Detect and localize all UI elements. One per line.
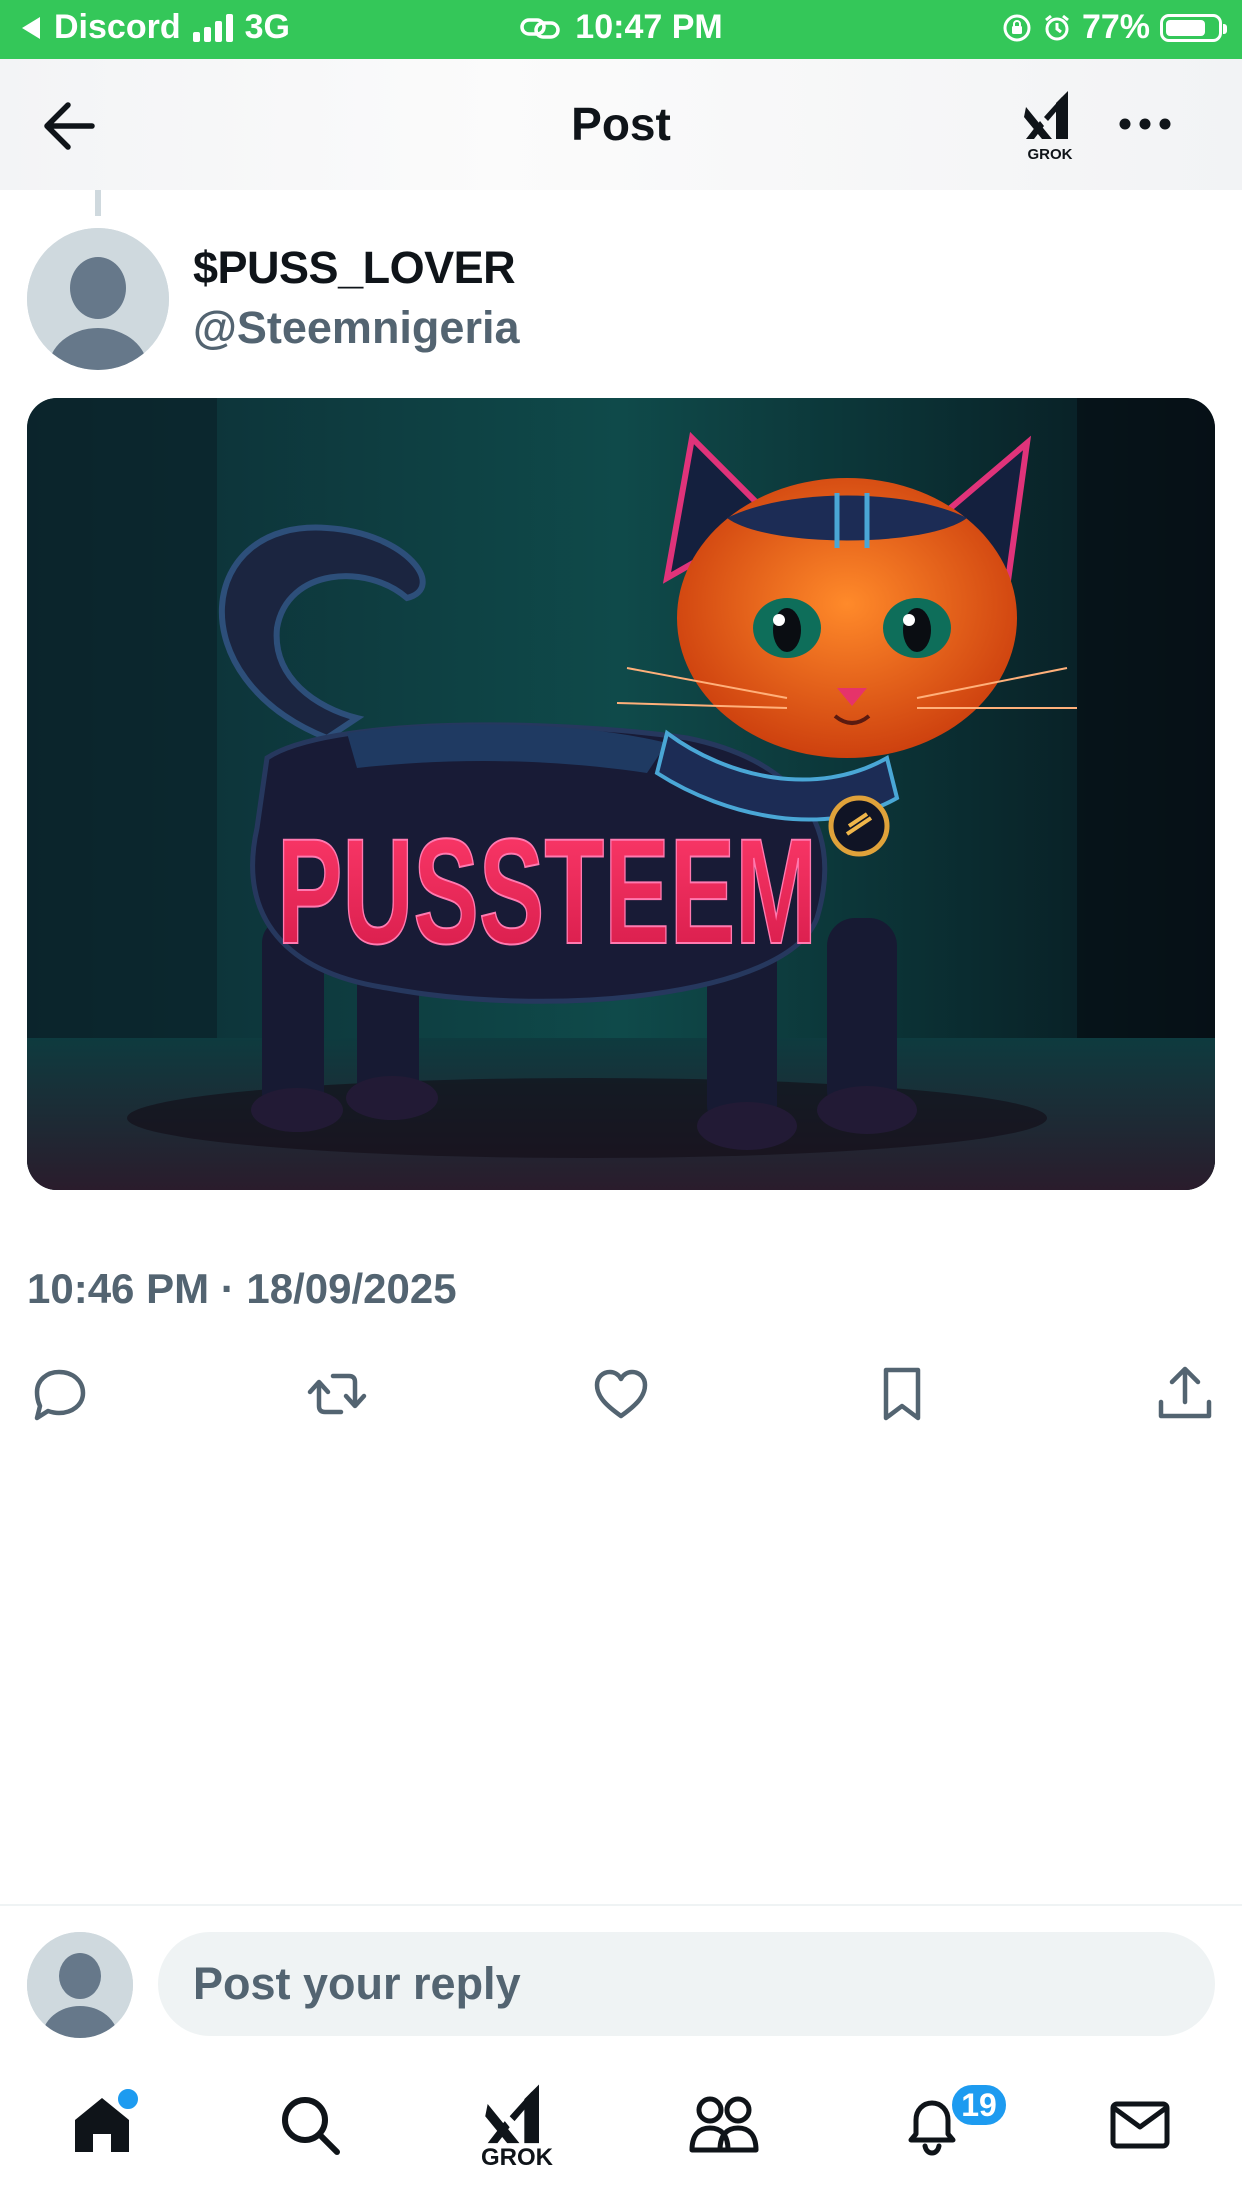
grok-icon bbox=[1024, 91, 1068, 139]
post-timestamp: 10:46 PM · 18/09/2025 bbox=[27, 1265, 457, 1312]
cat-illustration: PUSSTEEM bbox=[27, 398, 1215, 1190]
author-handle[interactable]: @Steemnigeria bbox=[193, 302, 520, 354]
notifications-badge: 19 bbox=[949, 2082, 1009, 2128]
image-text: PUSSTEEM bbox=[277, 807, 817, 975]
link-icon bbox=[520, 17, 561, 39]
battery-percent: 77% bbox=[1081, 8, 1150, 46]
tab-communities[interactable] bbox=[679, 2090, 769, 2180]
author-display-name[interactable]: $PUSS_LOVER bbox=[193, 242, 516, 294]
alarm-icon bbox=[1045, 14, 1069, 40]
thread-line bbox=[95, 190, 101, 216]
my-avatar bbox=[27, 1932, 133, 2038]
grok-tab-label: GROK bbox=[481, 2144, 553, 2171]
like-button[interactable] bbox=[589, 1362, 653, 1426]
grok-button[interactable]: GROK bbox=[1020, 89, 1080, 165]
default-avatar-icon bbox=[27, 228, 169, 370]
bookmark-icon bbox=[883, 1367, 921, 1421]
tab-search[interactable] bbox=[265, 2090, 355, 2180]
repost-icon bbox=[307, 1373, 367, 1415]
tab-messages[interactable] bbox=[1095, 2090, 1185, 2180]
more-icon bbox=[1119, 118, 1171, 130]
share-button[interactable] bbox=[1153, 1362, 1217, 1426]
status-bar: Discord 3G 10:47 PM 77% bbox=[0, 0, 1242, 59]
author-avatar[interactable] bbox=[27, 228, 169, 370]
repost-button[interactable] bbox=[305, 1362, 369, 1426]
bookmark-button[interactable] bbox=[870, 1362, 934, 1426]
communities-icon bbox=[689, 2096, 759, 2153]
post-image[interactable]: PUSSTEEM bbox=[27, 398, 1215, 1190]
rotation-lock-icon bbox=[1003, 14, 1031, 41]
tab-grok[interactable]: GROK bbox=[472, 2082, 562, 2172]
reply-icon bbox=[34, 1369, 86, 1421]
grok-icon bbox=[485, 2084, 539, 2144]
reply-input[interactable]: Post your reply bbox=[158, 1932, 1215, 2036]
default-avatar-icon bbox=[27, 1932, 133, 2038]
reply-divider bbox=[0, 1904, 1242, 1906]
home-new-dot bbox=[115, 2086, 141, 2112]
grok-label: GROK bbox=[1027, 146, 1073, 163]
search-icon bbox=[282, 2097, 340, 2155]
status-time: 10:47 PM bbox=[575, 8, 723, 46]
mail-icon bbox=[1110, 2101, 1170, 2149]
more-options-button[interactable] bbox=[1115, 109, 1175, 139]
tab-home[interactable] bbox=[57, 2086, 147, 2180]
share-icon bbox=[1158, 1366, 1212, 1419]
tab-notifications[interactable]: 19 bbox=[887, 2082, 1009, 2180]
like-icon bbox=[594, 1369, 648, 1419]
battery-icon bbox=[1160, 13, 1227, 42]
reply-button[interactable] bbox=[27, 1362, 91, 1426]
top-navigation: Post GROK bbox=[0, 59, 1242, 190]
bottom-tab-bar: GROK 19 bbox=[0, 2060, 1242, 2208]
